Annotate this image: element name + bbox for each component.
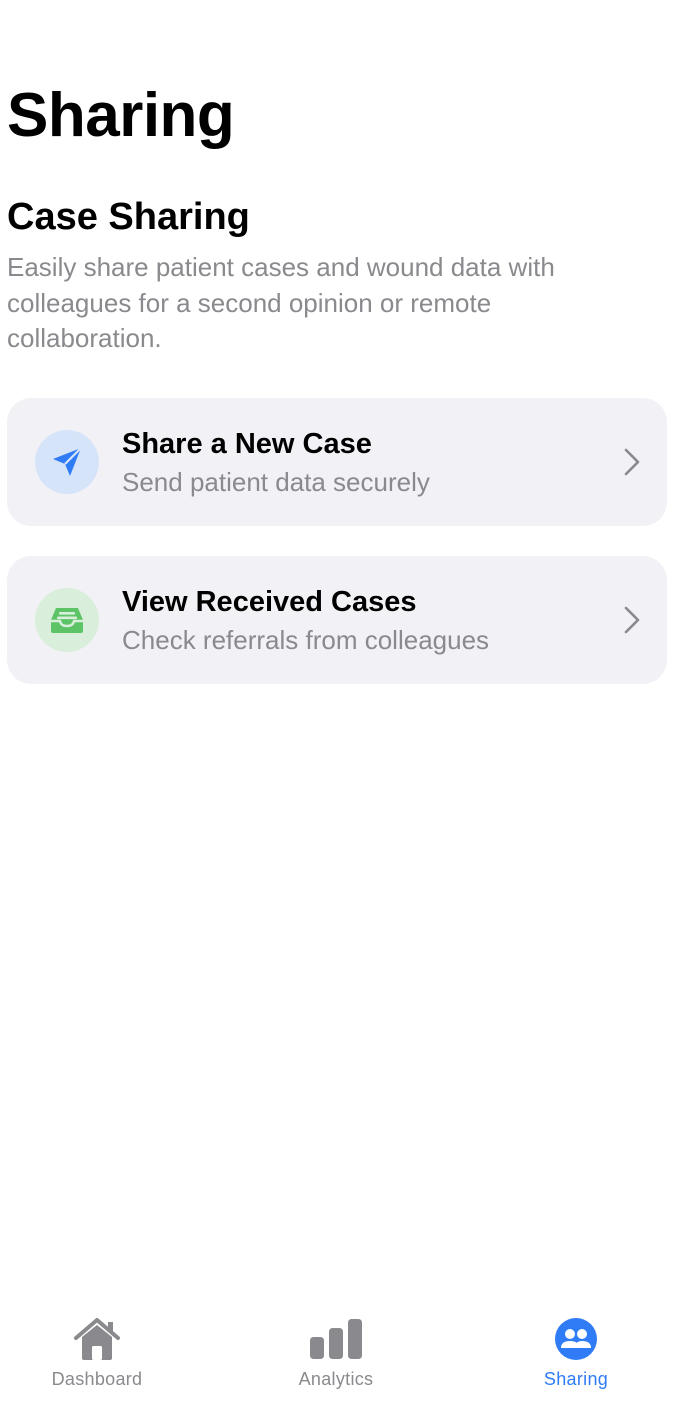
tab-label: Analytics (298, 1369, 374, 1389)
tab-sharing[interactable]: Sharing (496, 1315, 656, 1395)
page-title: Sharing (7, 81, 235, 150)
view-received-cases-icon-badge (35, 588, 99, 652)
tab-analytics[interactable]: Analytics (256, 1315, 416, 1395)
house-icon (71, 1315, 123, 1363)
share-new-case-icon-badge (35, 430, 99, 494)
tab-label: Dashboard (51, 1369, 143, 1389)
share-new-case-card[interactable]: Share a New Case Send patient data secur… (7, 398, 667, 526)
card-subtitle: Check referrals from colleagues (122, 625, 490, 655)
tab-bar: Dashboard Analytics Sharing (0, 1300, 680, 1401)
paper-plane-icon (53, 447, 82, 476)
view-received-cases-card[interactable]: View Received Cases Check referrals from… (7, 556, 667, 684)
sharing-screen: Sharing Case Sharing Easily share patien… (0, 0, 680, 1401)
people-icon (550, 1315, 602, 1363)
card-title: View Received Cases (122, 586, 417, 618)
card-subtitle: Send patient data securely (122, 467, 430, 497)
section-description: Easily share patient cases and wound dat… (7, 252, 555, 353)
section-title: Case Sharing (7, 196, 250, 238)
chevron-right-icon (624, 448, 640, 476)
chevron-right-icon (624, 606, 640, 634)
tab-dashboard[interactable]: Dashboard (17, 1315, 177, 1395)
tray-icon (51, 608, 83, 633)
bar-chart-icon (310, 1315, 362, 1363)
tab-label: Sharing (543, 1369, 609, 1389)
card-title: Share a New Case (122, 428, 372, 460)
